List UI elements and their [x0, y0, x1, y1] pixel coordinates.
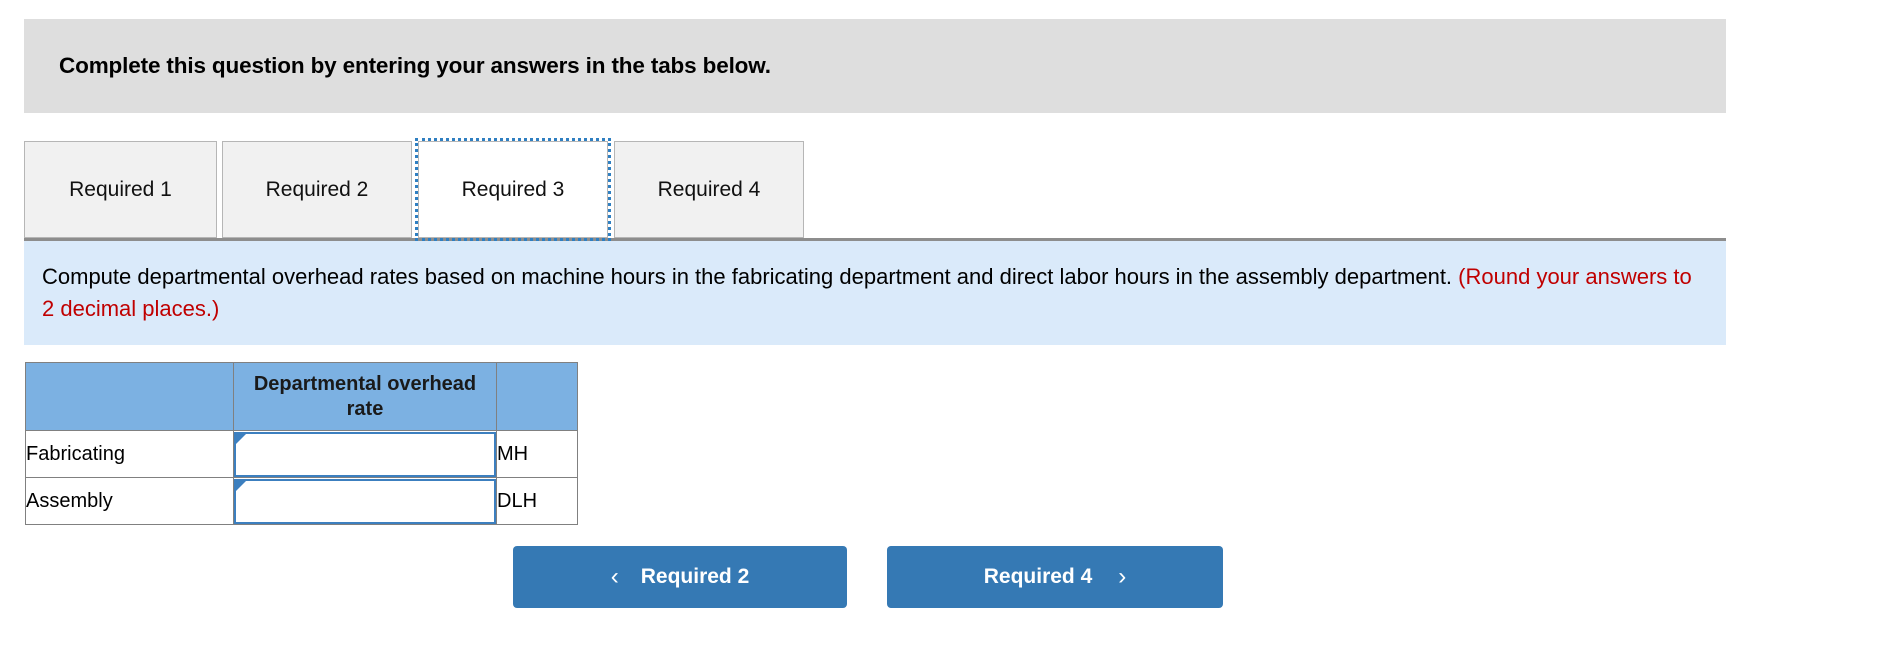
rate-input-fabricating[interactable]: [234, 431, 496, 477]
tab-label: Required 1: [69, 177, 172, 201]
table-row: Assembly DLH: [25, 477, 578, 525]
instruction-header: Complete this question by entering your …: [24, 19, 1726, 113]
row-unit-fabricating: MH: [496, 430, 578, 478]
previous-required-label: Required 2: [640, 565, 750, 588]
question-body: Compute departmental overhead rates base…: [42, 264, 1453, 289]
tab-required-3[interactable]: Required 3: [415, 138, 611, 241]
tab-label: Required 2: [265, 177, 369, 201]
row-label-assembly: Assembly: [25, 477, 234, 525]
tab-required-1[interactable]: Required 1: [24, 141, 217, 238]
row-unit-assembly: DLH: [496, 477, 578, 525]
question-text: Compute departmental overhead rates base…: [42, 261, 1702, 325]
previous-required-button[interactable]: ‹ Required 2: [513, 546, 847, 608]
table-row: Fabricating MH: [25, 430, 578, 478]
chevron-right-icon: ›: [1118, 563, 1127, 590]
rate-input-assembly[interactable]: [234, 478, 496, 524]
table-header-departmental-overhead-rate: Departmental overhead rate: [233, 362, 497, 431]
row-label-fabricating: Fabricating: [25, 430, 234, 478]
tab-strip: Required 1 Required 2 Required 3 Require…: [24, 138, 809, 241]
departmental-overhead-rate-table: Departmental overhead rate Fabricating M…: [25, 362, 578, 525]
tab-required-4[interactable]: Required 4: [614, 141, 804, 238]
question-panel: Compute departmental overhead rates base…: [24, 241, 1726, 345]
chevron-left-icon: ‹: [610, 563, 619, 590]
rate-input-cell-fabricating: [233, 430, 497, 478]
tab-strip-underline: [24, 238, 1726, 241]
rate-input-cell-assembly: [233, 477, 497, 525]
table-header-blank-right: [496, 362, 578, 431]
table-header-blank-left: [25, 362, 234, 431]
next-required-label: Required 4: [983, 565, 1093, 588]
table-header-row: Departmental overhead rate: [25, 362, 578, 431]
tab-label: Required 4: [657, 177, 761, 201]
navigation-buttons: ‹ Required 2 Required 4 ›: [513, 546, 1223, 608]
tab-label: Required 3: [461, 177, 565, 201]
tab-required-2[interactable]: Required 2: [222, 141, 412, 238]
page-title: Complete this question by entering your …: [59, 53, 771, 78]
next-required-button[interactable]: Required 4 ›: [887, 546, 1223, 608]
